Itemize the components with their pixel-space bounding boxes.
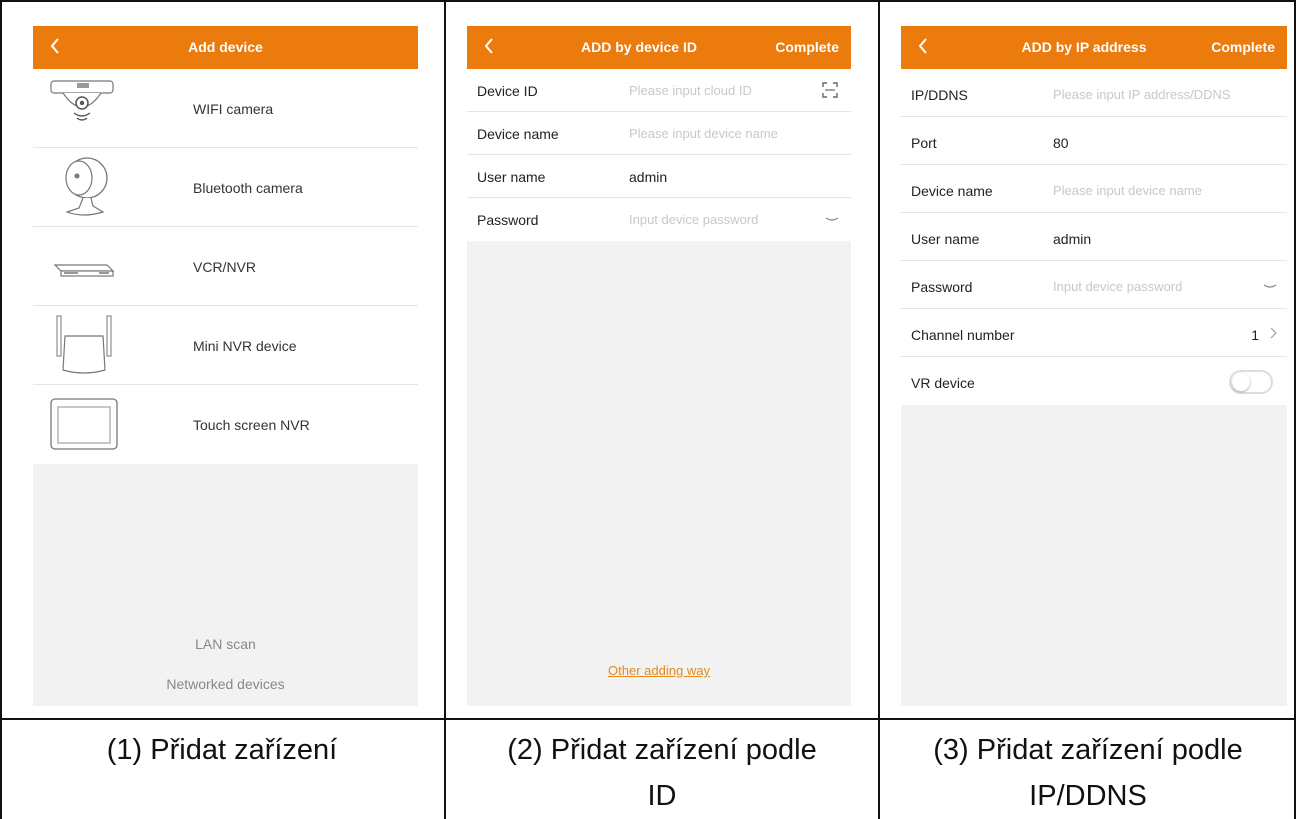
caption-line: (2) Přidat zařízení podle [507,734,817,766]
grid-line [0,0,1296,2]
eye-closed-icon[interactable] [1261,277,1279,295]
caption-line: ID [647,780,677,812]
device-type-touch-screen-nvr[interactable]: Touch screen NVR [33,385,418,464]
port-row: Port 80 [901,117,1287,165]
scan-qr-icon[interactable] [821,81,839,99]
field-label: Device ID [477,83,538,99]
vr-device-row: VR device [901,357,1287,405]
ip-address-form: IP/DDNS Please input IP address/DDNS Por… [901,69,1287,405]
grid-line [444,0,446,819]
field-label: Device name [477,126,559,142]
networked-devices-link[interactable]: Networked devices [33,676,418,692]
other-adding-way-link[interactable]: Other adding way [467,663,851,678]
grid-line [878,0,880,819]
port-input[interactable]: 80 [1053,135,1069,151]
ip-ddns-input[interactable]: Please input IP address/DDNS [1053,87,1231,102]
channel-number-row[interactable]: Channel number 1 [901,309,1287,357]
lan-scan-link[interactable]: LAN scan [33,636,418,652]
eye-closed-icon[interactable] [823,210,841,228]
user-name-row: User name admin [901,213,1287,261]
device-type-label: WIFI camera [193,101,274,117]
caption-line: (1) Přidat zařízení [106,734,338,766]
add-by-device-id-screen: ADD by device ID Complete Device ID Plea… [467,26,851,706]
device-type-mini-nvr[interactable]: Mini NVR device [33,306,418,385]
wifi-camera-icon [50,80,114,121]
device-type-label: VCR/NVR [193,259,257,275]
nav-bar: ADD by device ID Complete [467,26,851,69]
device-type-label: Mini NVR device [193,338,297,354]
add-by-ip-screen: ADD by IP address Complete IP/DDNS Pleas… [901,26,1287,706]
field-label: Password [911,279,973,295]
field-label: Port [911,135,937,151]
field-label: Device name [911,183,993,199]
user-name-row: User name admin [467,155,851,198]
complete-button[interactable]: Complete [775,39,839,55]
password-input[interactable]: Input device password [1053,279,1182,294]
field-label: User name [477,169,546,185]
touch-screen-nvr-icon [50,398,118,450]
field-label: Channel number [911,327,1015,343]
chevron-right-icon [1270,327,1277,339]
caption-add-device: (1) Přidat zařízení [0,727,444,773]
user-name-input[interactable]: admin [1053,231,1091,247]
channel-number-value: 1 [1251,327,1259,343]
caption-line: (3) Přidat zařízení podle [933,734,1243,766]
mini-nvr-icon [56,315,112,374]
password-input[interactable]: Input device password [629,212,758,227]
device-id-row: Device ID Please input cloud ID [467,69,851,112]
device-id-input[interactable]: Please input cloud ID [629,83,752,98]
ip-ddns-row: IP/DDNS Please input IP address/DDNS [901,69,1287,117]
page-title: Add device [188,39,263,55]
nvr-recorder-icon [53,264,115,277]
toggle-knob [1232,373,1250,391]
device-name-row: Device name Please input device name [467,112,851,155]
device-type-wifi-camera[interactable]: WIFI camera [33,69,418,148]
add-device-screen: Add device WIFI camera Bluetooth camera [33,26,418,706]
device-type-vcr-nvr[interactable]: VCR/NVR [33,227,418,306]
password-row: Password Input device password [467,198,851,241]
device-name-input[interactable]: Please input device name [1053,183,1202,198]
nav-bar: ADD by IP address Complete [901,26,1287,69]
user-name-input[interactable]: admin [629,169,667,185]
caption-add-by-id: (2) Přidat zařízení podle ID [446,727,878,819]
password-row: Password Input device password [901,261,1287,309]
caption-add-by-ip: (3) Přidat zařízení podle IP/DDNS [880,727,1296,819]
complete-button[interactable]: Complete [1211,39,1275,55]
field-label: User name [911,231,980,247]
device-type-label: Bluetooth camera [193,180,303,196]
device-id-form: Device ID Please input cloud ID Device n… [467,69,851,241]
device-type-label: Touch screen NVR [193,417,310,433]
device-type-bluetooth-camera[interactable]: Bluetooth camera [33,148,418,227]
device-name-row: Device name Please input device name [901,165,1287,213]
device-name-input[interactable]: Please input device name [629,126,778,141]
bluetooth-camera-icon [65,157,108,216]
vr-device-toggle[interactable] [1229,370,1273,394]
field-label: IP/DDNS [911,87,968,103]
caption-line: IP/DDNS [1029,780,1147,812]
device-type-list: WIFI camera Bluetooth camera VCR/NVR Min… [33,69,418,464]
field-label: Password [477,212,539,228]
nav-bar: Add device [33,26,418,69]
field-label: VR device [911,375,975,391]
grid-line [0,0,2,819]
grid-line [0,718,1296,720]
